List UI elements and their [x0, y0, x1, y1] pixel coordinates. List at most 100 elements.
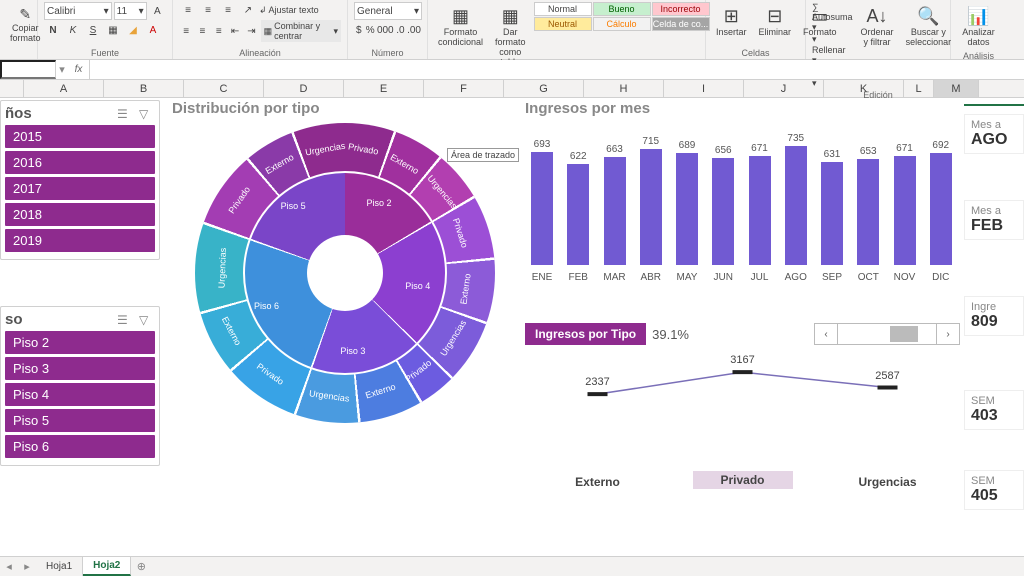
slicer-year-2015[interactable]: 2015 — [5, 125, 155, 148]
col-L[interactable]: L — [904, 80, 934, 97]
wrap-text-button[interactable]: ↲ Ajustar texto — [259, 5, 319, 16]
name-box[interactable] — [0, 60, 56, 79]
sheet-tab-Hoja1[interactable]: Hoja1 — [36, 557, 83, 576]
line-scrollbar[interactable]: ‹ › — [814, 323, 960, 345]
sheet-tab-Hoja2[interactable]: Hoja2 — [83, 557, 131, 576]
analyze-data-button[interactable]: 📊Analizar datos — [957, 2, 1000, 50]
align-bottom-icon[interactable]: ≡ — [219, 2, 237, 18]
border-button[interactable]: ▦ — [104, 22, 122, 38]
orientation-icon[interactable]: ↗ — [239, 2, 257, 18]
line-category-Privado[interactable]: Privado — [693, 471, 793, 489]
slicer-floors[interactable]: so ☰ ▽ Piso 2Piso 3Piso 4Piso 5Piso 6 — [0, 306, 160, 466]
indent-inc-icon[interactable]: ⇥ — [244, 23, 258, 39]
line-category-Externo[interactable]: Externo — [548, 475, 648, 489]
font-size-dropdown[interactable]: 11 ▾ — [114, 2, 147, 20]
col-G[interactable]: G — [504, 80, 584, 97]
italic-button[interactable]: K — [64, 22, 82, 38]
slicer-year-2017[interactable]: 2017 — [5, 177, 155, 200]
merge-center-button[interactable]: ▦ Combinar y centrar ▾ — [261, 20, 341, 42]
slicer-floor-Piso-5[interactable]: Piso 5 — [5, 409, 155, 432]
col-I[interactable]: I — [664, 80, 744, 97]
multiselect-icon[interactable]: ☰ — [117, 107, 133, 121]
scroll-track[interactable] — [837, 324, 937, 344]
tab-nav-next[interactable]: ▸ — [18, 560, 36, 573]
align-middle-icon[interactable]: ≡ — [199, 2, 217, 18]
align-left-icon[interactable]: ≡ — [179, 23, 193, 39]
percent-icon[interactable]: % — [365, 22, 374, 38]
chart-line[interactable]: Ingresos por Tipo 39.1% ‹ › 233731672587… — [525, 323, 960, 528]
underline-button[interactable]: S — [84, 22, 102, 38]
cell-styles-gallery[interactable]: Normal Bueno Incorrecto Neutral Cálculo … — [534, 2, 710, 31]
style-celda[interactable]: Celda de co... — [652, 17, 710, 31]
bar-ABR[interactable] — [640, 149, 662, 265]
style-normal[interactable]: Normal — [534, 2, 592, 16]
line-category-Urgencias[interactable]: Urgencias — [838, 475, 938, 489]
col-A[interactable]: A — [24, 80, 104, 97]
delete-cells-button[interactable]: ⊟Eliminar — [755, 2, 796, 40]
bar-JUL[interactable] — [749, 156, 771, 265]
col-E[interactable]: E — [344, 80, 424, 97]
bar-SEP[interactable] — [821, 162, 843, 265]
bar-JUN[interactable] — [712, 158, 734, 265]
scroll-thumb[interactable] — [890, 326, 918, 342]
style-incorrecto[interactable]: Incorrecto — [652, 2, 710, 16]
bar-NOV[interactable] — [894, 156, 916, 265]
slicer-year-2018[interactable]: 2018 — [5, 203, 155, 226]
slicer-year-2016[interactable]: 2016 — [5, 151, 155, 174]
slicer-year-2019[interactable]: 2019 — [5, 229, 155, 252]
bar-DIC[interactable] — [930, 153, 952, 265]
style-bueno[interactable]: Bueno — [593, 2, 651, 16]
scroll-right-icon[interactable]: › — [937, 324, 959, 344]
chart-bars[interactable]: Ingresos por mes 69362266371568965667173… — [525, 100, 960, 300]
sort-filter-button[interactable]: A↓Ordenar y filtrar — [857, 2, 898, 50]
slicer-floor-Piso-2[interactable]: Piso 2 — [5, 331, 155, 354]
multiselect-icon[interactable]: ☰ — [117, 313, 133, 327]
slicer-floor-Piso-6[interactable]: Piso 6 — [5, 435, 155, 458]
dec-decimal-icon[interactable]: .00 — [407, 22, 421, 38]
insert-function-button[interactable]: fx — [68, 60, 90, 79]
autosum-button[interactable]: ∑ Autosuma ▾ — [812, 2, 853, 33]
font-color-button[interactable]: A — [144, 22, 162, 38]
slicer-floor-Piso-3[interactable]: Piso 3 — [5, 357, 155, 380]
formula-input[interactable] — [90, 60, 1024, 79]
align-top-icon[interactable]: ≡ — [179, 2, 197, 18]
column-headers[interactable]: A B C D E F G H I J K L M — [0, 80, 1024, 98]
col-H[interactable]: H — [584, 80, 664, 97]
col-C[interactable]: C — [184, 80, 264, 97]
bar-FEB[interactable] — [567, 164, 589, 265]
align-center-icon[interactable]: ≡ — [195, 23, 209, 39]
clear-filter-icon[interactable]: ▽ — [139, 107, 155, 121]
col-K[interactable]: K — [824, 80, 904, 97]
inc-decimal-icon[interactable]: .0 — [396, 22, 405, 38]
select-all-corner[interactable] — [0, 80, 24, 97]
worksheet-area[interactable]: ños ☰ ▽ 20152016201720182019 so ☰ ▽ Piso… — [0, 98, 1024, 556]
bold-button[interactable]: N — [44, 22, 62, 38]
bar-OCT[interactable] — [857, 159, 879, 265]
conditional-format-button[interactable]: ▦ Formato condicional — [434, 2, 487, 50]
col-D[interactable]: D — [264, 80, 344, 97]
number-format-dropdown[interactable]: General▾ — [354, 2, 422, 20]
find-select-button[interactable]: 🔍Buscar y seleccionar — [902, 2, 956, 50]
bar-ENE[interactable] — [531, 152, 553, 265]
col-J[interactable]: J — [744, 80, 824, 97]
currency-icon[interactable]: $ — [354, 22, 363, 38]
add-sheet-button[interactable]: ⊕ — [131, 560, 151, 573]
style-calculo[interactable]: Cálculo — [593, 17, 651, 31]
comma-icon[interactable]: 000 — [377, 22, 394, 38]
chart-sunburst[interactable]: Distribución por tipo Piso 2Piso 4Piso 3… — [172, 100, 517, 450]
scroll-left-icon[interactable]: ‹ — [815, 324, 837, 344]
clear-filter-icon[interactable]: ▽ — [139, 313, 155, 327]
bar-MAY[interactable] — [676, 153, 698, 265]
increase-font-icon[interactable]: A — [149, 3, 166, 19]
tab-nav-prev[interactable]: ◂ — [0, 560, 18, 573]
slicer-years[interactable]: ños ☰ ▽ 20152016201720182019 — [0, 100, 160, 260]
font-family-dropdown[interactable]: Calibri ▾ — [44, 2, 112, 20]
style-neutral[interactable]: Neutral — [534, 17, 592, 31]
col-F[interactable]: F — [424, 80, 504, 97]
col-M[interactable]: M — [934, 80, 979, 97]
insert-cells-button[interactable]: ⊞Insertar — [712, 2, 751, 40]
bar-AGO[interactable] — [785, 146, 807, 265]
slicer-floor-Piso-4[interactable]: Piso 4 — [5, 383, 155, 406]
col-B[interactable]: B — [104, 80, 184, 97]
indent-dec-icon[interactable]: ⇤ — [228, 23, 242, 39]
